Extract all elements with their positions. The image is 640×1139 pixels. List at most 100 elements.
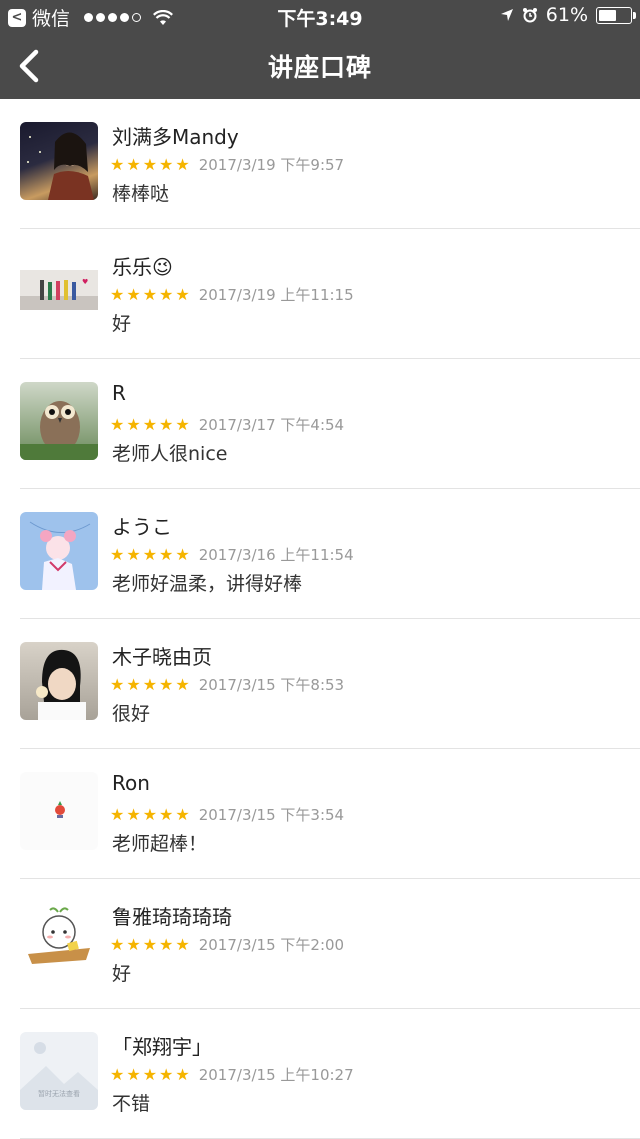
reviewer-name: 木子晓由页 [112, 645, 212, 669]
reviewer-name: 「郑翔宇」 [112, 1035, 212, 1059]
star-icon: ★ [159, 804, 174, 824]
reviewer-name: Ron [112, 771, 150, 795]
rating-stars: ★ ★ ★ ★ ★ [110, 934, 190, 954]
svg-text:♥: ♥ [82, 278, 88, 286]
rating-stars: ★ ★ ★ ★ ★ [110, 414, 190, 434]
avatar[interactable] [20, 902, 98, 980]
image-unavailable-text: 暂时无法查看 [38, 1089, 80, 1098]
reviewer-name: 乐乐😉 [112, 255, 173, 279]
reviewer-name: ようこ [112, 515, 172, 539]
review-list: 刘满多Mandy ★ ★ ★ ★ ★ 2017/3/19 下午9:57 棒棒哒 ♥ 乐乐… [0, 99, 640, 1139]
star-icon: ★ [126, 934, 141, 954]
star-icon: ★ [110, 414, 125, 434]
star-icon: ★ [142, 934, 158, 954]
review-comment: 不错 [112, 1093, 151, 1115]
review-comment: 好 [112, 313, 132, 335]
review-item[interactable]: 鲁雅琦琦琦琦 ★ ★ ★ ★ ★ 2017/3/15 下午2:00 好 [0, 879, 640, 1009]
review-meta: ★ ★ ★ ★ ★ 2017/3/15 下午2:00 [110, 934, 344, 955]
star-icon: ★ [175, 934, 190, 954]
star-icon: ★ [142, 414, 158, 434]
review-meta: ★ ★ ★ ★ ★ 2017/3/15 下午3:54 [110, 804, 344, 825]
review-date: 2017/3/15 上午10:27 [198, 1066, 354, 1084]
review-meta: ★ ★ ★ ★ ★ 2017/3/16 上午11:54 [110, 544, 354, 565]
star-icon: ★ [110, 674, 125, 694]
star-icon: ★ [110, 804, 125, 824]
star-icon: ★ [126, 154, 141, 174]
star-icon: ★ [110, 154, 125, 174]
review-item[interactable]: 刘满多Mandy ★ ★ ★ ★ ★ 2017/3/19 下午9:57 棒棒哒 [0, 99, 640, 229]
alarm-clock-icon [522, 8, 537, 23]
review-date: 2017/3/19 下午9:57 [198, 156, 345, 174]
star-icon: ★ [126, 674, 141, 694]
star-icon: ★ [126, 804, 141, 824]
rating-stars: ★ ★ ★ ★ ★ [110, 544, 190, 564]
star-icon: ★ [159, 544, 174, 564]
review-meta: ★ ★ ★ ★ ★ 2017/3/17 下午4:54 [110, 414, 344, 435]
reviewer-name: R [112, 381, 126, 405]
review-comment: 老师人很nice [112, 443, 228, 465]
star-icon: ★ [126, 544, 141, 564]
battery-icon [596, 6, 636, 24]
star-icon: ★ [159, 414, 174, 434]
review-date: 2017/3/15 下午2:00 [198, 936, 345, 954]
review-date: 2017/3/15 下午8:53 [198, 676, 345, 694]
page-title: 讲座口碑 [267, 53, 372, 82]
reviewer-name: 鲁雅琦琦琦琦 [112, 905, 232, 929]
star-icon: ★ [142, 544, 158, 564]
star-icon: ★ [110, 1064, 125, 1084]
star-icon: ★ [110, 544, 125, 564]
star-icon: ★ [175, 804, 190, 824]
star-icon: ★ [126, 284, 141, 304]
rating-stars: ★ ★ ★ ★ ★ [110, 804, 190, 824]
star-icon: ★ [142, 284, 158, 304]
avatar[interactable] [20, 122, 98, 200]
star-icon: ★ [159, 674, 174, 694]
review-item[interactable]: Ron ★ ★ ★ ★ ★ 2017/3/15 下午3:54 老师超棒！ [0, 749, 640, 879]
review-item[interactable]: ♥ 乐乐😉 ★ ★ ★ ★ ★ 2017/3/19 上午11:15 好 [0, 229, 640, 359]
rating-stars: ★ ★ ★ ★ ★ [110, 674, 190, 694]
star-icon: ★ [175, 674, 190, 694]
review-date: 2017/3/15 下午3:54 [198, 806, 345, 824]
star-icon: ★ [126, 1064, 141, 1084]
star-icon: ★ [142, 674, 158, 694]
star-icon: ★ [142, 154, 158, 174]
star-icon: ★ [142, 804, 158, 824]
review-meta: ★ ★ ★ ★ ★ 2017/3/15 上午10:27 [110, 1064, 354, 1085]
review-meta: ★ ★ ★ ★ ★ 2017/3/19 上午11:15 [110, 284, 354, 305]
battery-percent: 61% [545, 4, 588, 26]
review-date: 2017/3/17 下午4:54 [198, 416, 345, 434]
review-item[interactable]: ようこ ★ ★ ★ ★ ★ 2017/3/16 上午11:54 老师好温柔，讲得好棒 [0, 489, 640, 619]
avatar[interactable]: ♥ [20, 252, 98, 330]
avatar[interactable] [20, 512, 98, 590]
rating-stars: ★ ★ ★ ★ ★ [110, 1064, 190, 1084]
avatar[interactable] [20, 382, 98, 460]
rating-stars: ★ ★ ★ ★ ★ [110, 154, 190, 174]
review-date: 2017/3/19 上午11:15 [198, 286, 354, 304]
star-icon: ★ [175, 284, 190, 304]
review-date: 2017/3/16 上午11:54 [198, 546, 354, 564]
review-comment: 老师超棒！ [112, 833, 208, 855]
star-icon: ★ [159, 934, 174, 954]
review-item[interactable]: 木子晓由页 ★ ★ ★ ★ ★ 2017/3/15 下午8:53 很好 [0, 619, 640, 749]
star-icon: ★ [175, 1064, 190, 1084]
review-comment: 好 [112, 963, 132, 985]
status-bar: < 微信 下午3:49 61% [0, 0, 640, 32]
star-icon: ★ [142, 1064, 158, 1084]
review-item[interactable]: 暂时无法查看 「郑翔宇」 ★ ★ ★ ★ ★ 2017/3/15 上午10:27 不错 [0, 1009, 640, 1139]
reviewer-name: 刘满多Mandy [112, 125, 239, 149]
navigation-bar: 讲座口碑 [0, 32, 640, 99]
review-comment: 老师好温柔，讲得好棒 [112, 573, 303, 595]
star-icon: ★ [159, 1064, 174, 1084]
star-icon: ★ [110, 284, 125, 304]
avatar[interactable] [20, 642, 98, 720]
avatar[interactable]: 暂时无法查看 [20, 1032, 98, 1110]
review-meta: ★ ★ ★ ★ ★ 2017/3/19 下午9:57 [110, 154, 344, 175]
review-comment: 很好 [112, 703, 151, 725]
star-icon: ★ [110, 934, 125, 954]
avatar[interactable] [20, 772, 98, 850]
review-item[interactable]: R ★ ★ ★ ★ ★ 2017/3/17 下午4:54 老师人很nice [0, 359, 640, 489]
star-icon: ★ [175, 544, 190, 564]
location-arrow-icon [500, 9, 513, 21]
star-icon: ★ [175, 154, 190, 174]
star-icon: ★ [126, 414, 141, 434]
